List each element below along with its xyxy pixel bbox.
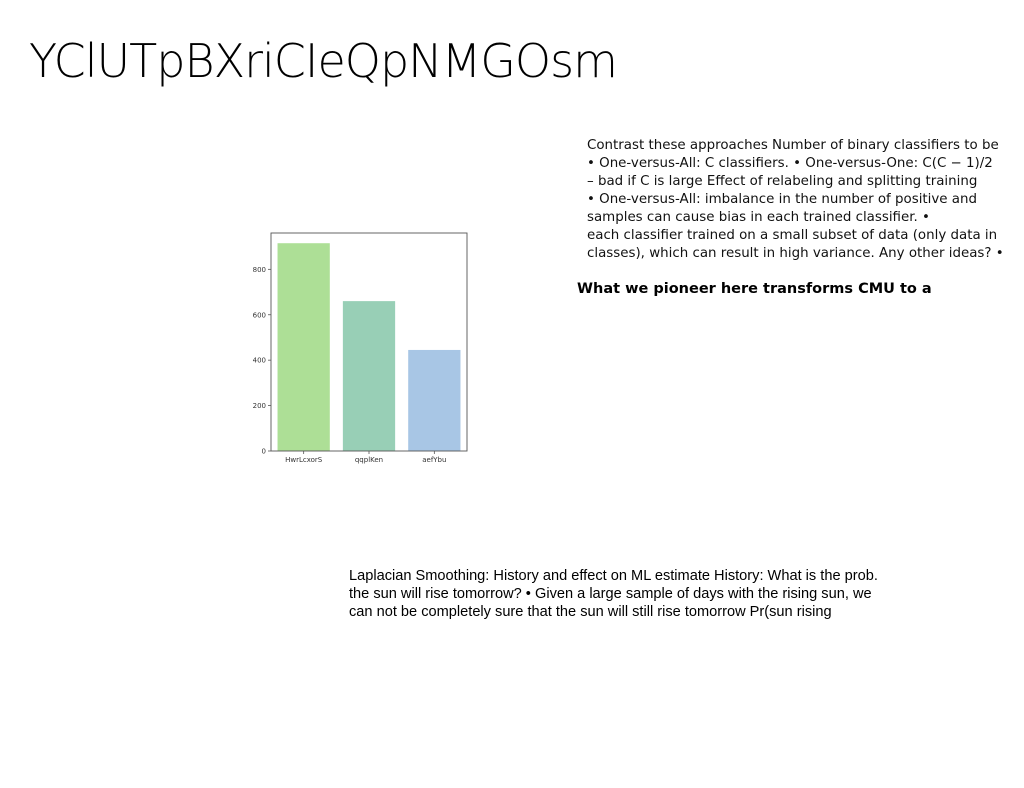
right-text-line: each classifier trained on a small subse… — [587, 228, 998, 243]
y-tick-label: 0 — [262, 448, 266, 456]
y-tick-label: 800 — [253, 266, 266, 274]
tagline: What we pioneer here transforms CMU to a — [577, 281, 932, 297]
y-tick-label: 600 — [253, 311, 266, 319]
bar-chart: HwrLcxorS qqplKen aefYbu 0 200 400 600 800 — [253, 232, 468, 464]
right-text-line: Contrast these approaches Number of bina… — [587, 138, 999, 153]
x-tick-label: qqplKen — [355, 456, 383, 464]
y-tick-label: 200 — [253, 402, 266, 410]
bar — [277, 243, 330, 451]
right-text-line: – bad if C is large Effect of relabeling… — [587, 174, 978, 189]
right-text-line: • One-versus-All: imbalance in the numbe… — [587, 192, 977, 207]
bottom-text-line: Laplacian Smoothing: History and effect … — [349, 568, 878, 584]
x-tick-label: HwrLcxorS — [285, 456, 323, 464]
right-text-line: classes), which can result in high varia… — [587, 246, 1004, 261]
chart-plot-area: HwrLcxorS qqplKen aefYbu 0 200 400 600 800 — [253, 232, 468, 464]
right-text-line: samples can cause bias in each trained c… — [587, 210, 930, 225]
bar — [408, 349, 461, 451]
x-tick-label: aefYbu — [422, 456, 446, 464]
bottom-text-block: Laplacian Smoothing: History and effect … — [349, 567, 949, 621]
y-tick-label: 400 — [253, 357, 266, 365]
right-text-block: Contrast these approaches Number of bina… — [587, 137, 1024, 263]
slide-title: YClUTpBXriCIeQpNMGOsm — [29, 34, 618, 88]
right-text-line: • One-versus-All: C classifiers. • One-v… — [587, 156, 993, 171]
bottom-text-line: can not be completely sure that the sun … — [349, 604, 832, 620]
bar — [342, 301, 396, 451]
bottom-text-line: the sun will rise tomorrow? • Given a la… — [349, 586, 872, 602]
